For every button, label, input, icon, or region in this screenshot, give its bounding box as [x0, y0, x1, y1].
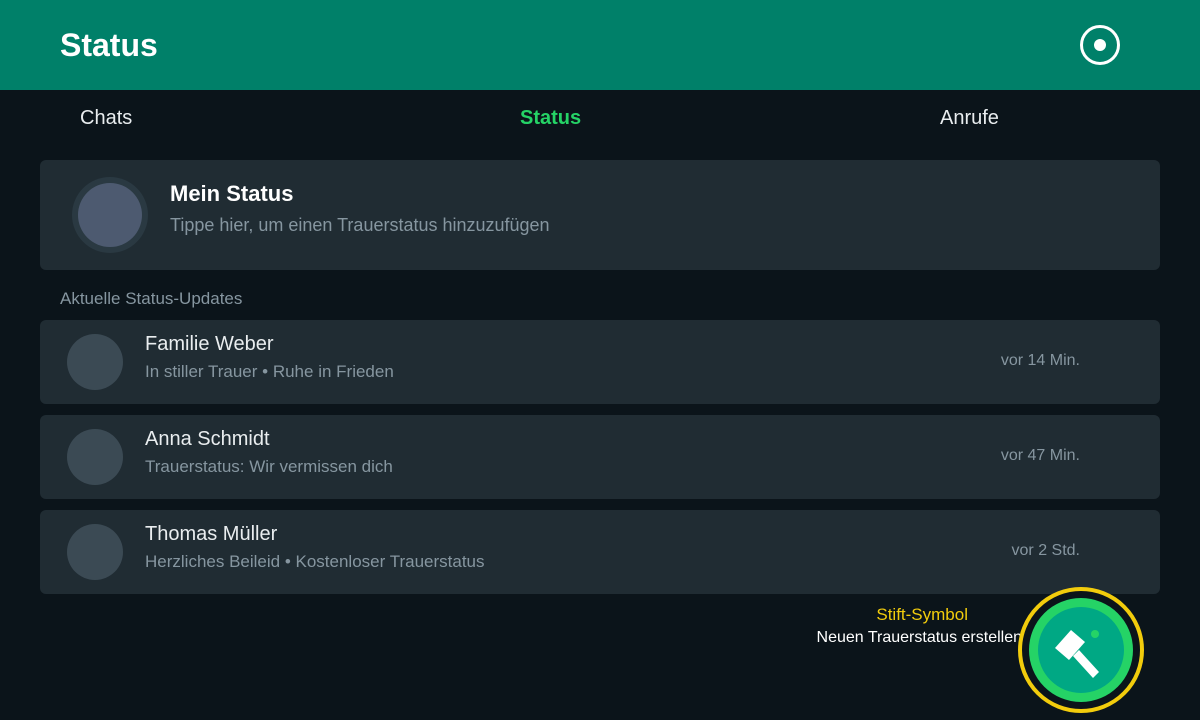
top-app-bar: Status: [0, 0, 1200, 90]
avatar: [67, 334, 123, 390]
timestamp: vor 2 Std.: [1011, 542, 1080, 559]
contact-name: Anna Schmidt: [145, 428, 270, 450]
fab-hint-title: Stift-Symbol: [876, 605, 968, 624]
status-subtitle: In stiller Trauer • Ruhe in Frieden: [145, 362, 394, 381]
my-status-avatar-ring: [72, 177, 148, 253]
list-item[interactable]: Thomas Müller Herzliches Beileid • Koste…: [40, 510, 1160, 594]
my-status-hint: Tippe hier, um einen Trauerstatus hinzuz…: [170, 215, 550, 235]
contact-name: Familie Weber: [145, 333, 274, 355]
tab-status[interactable]: Status: [520, 106, 581, 130]
page-title: Status: [60, 27, 158, 63]
avatar: [78, 183, 142, 247]
new-status-button[interactable]: [1029, 598, 1133, 702]
contact-name: Thomas Müller: [145, 523, 278, 545]
timestamp: vor 14 Min.: [1000, 352, 1080, 369]
pencil-icon: [1055, 630, 1099, 678]
timestamp: vor 47 Min.: [1000, 447, 1080, 464]
tab-chats[interactable]: Chats: [80, 106, 132, 130]
tab-calls[interactable]: Anrufe: [940, 106, 999, 130]
avatar: [67, 429, 123, 485]
status-subtitle: Trauerstatus: Wir vermissen dich: [145, 457, 393, 476]
status-subtitle: Herzliches Beileid • Kostenloser Trauers…: [145, 552, 485, 571]
avatar: [67, 524, 123, 580]
list-item[interactable]: Anna Schmidt Trauerstatus: Wir vermissen…: [40, 415, 1160, 499]
new-status-button-inner: [1038, 607, 1124, 693]
my-status-card[interactable]: Mein Status Tippe hier, um einen Trauers…: [40, 160, 1160, 270]
list-item[interactable]: Familie Weber In stiller Trauer • Ruhe i…: [40, 320, 1160, 404]
fab-highlight-ring: [1018, 587, 1144, 713]
fab-hint-subtitle: Neuen Trauerstatus erstellen: [816, 629, 1022, 646]
section-label-recent-updates: Aktuelle Status-Updates: [60, 289, 243, 308]
camera-icon-dot: [1094, 39, 1106, 51]
camera-icon[interactable]: [1080, 25, 1120, 65]
my-status-name: Mein Status: [170, 181, 294, 206]
